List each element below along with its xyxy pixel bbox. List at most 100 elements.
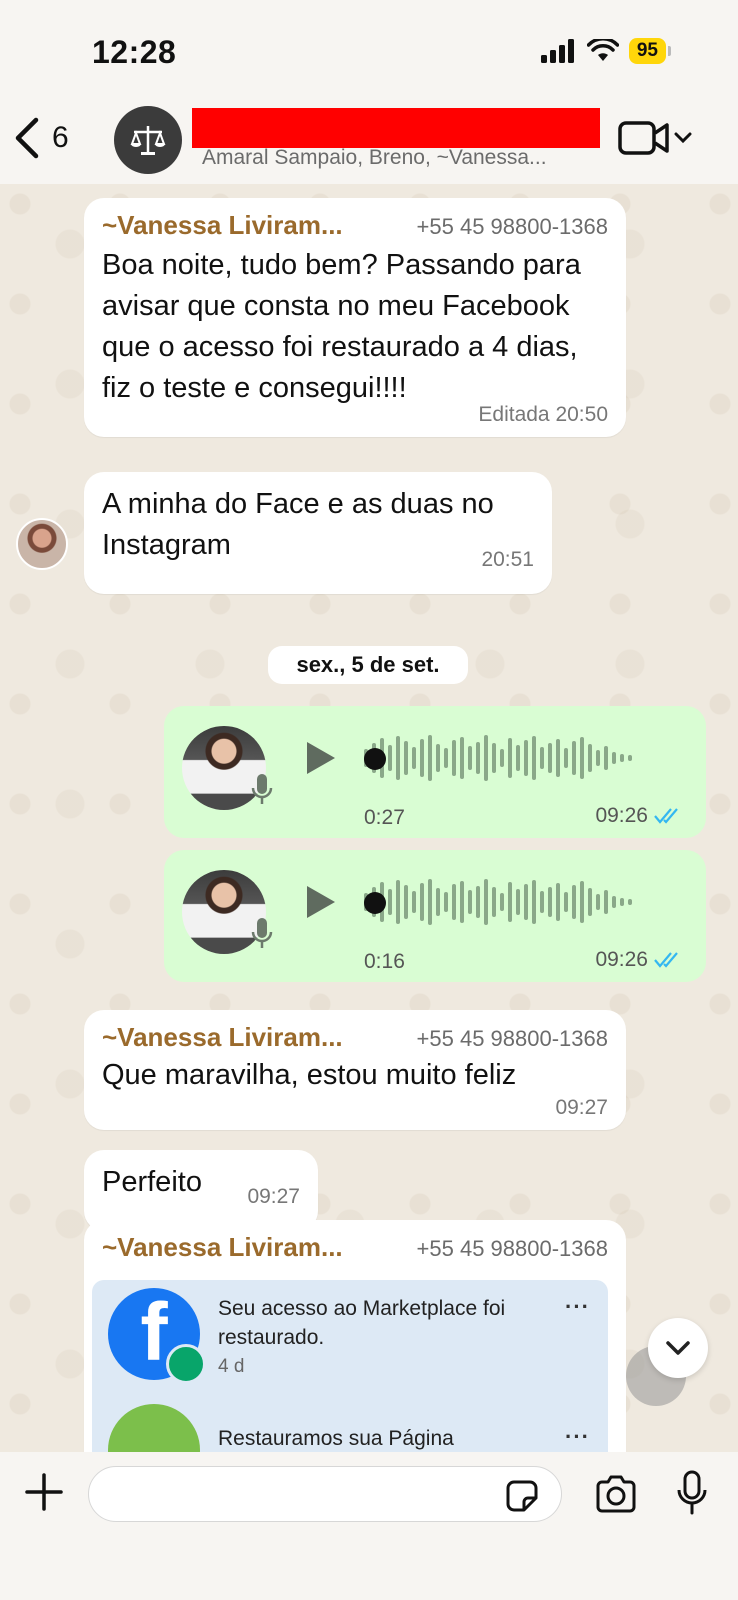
message-body: A minha do Face e as duas no Instagram (102, 488, 494, 561)
waveform-bar (564, 892, 568, 912)
group-avatar[interactable] (114, 106, 182, 174)
waveform-bar (484, 879, 488, 925)
voice-waveform[interactable] (364, 878, 668, 926)
message-text: Boa noite, tudo bem? Passando para avisa… (102, 249, 581, 404)
signal-icon (540, 39, 574, 63)
chevron-down-icon (666, 1341, 690, 1355)
group-members[interactable]: Amaral Sampaio, Breno, ~Vanessa... (202, 146, 592, 170)
voice-message[interactable]: 0:16 09:26 (164, 850, 706, 982)
waveform-bar (444, 892, 448, 912)
sender-row: ~Vanessa Liviram... +55 45 98800-1368 (102, 210, 608, 241)
message-bubble[interactable]: A minha do Face e as duas no Instagram 2… (84, 472, 552, 594)
chat-area[interactable]: ~Vanessa Liviram... +55 45 98800-1368 Bo… (0, 184, 738, 1452)
microphone-icon[interactable] (676, 1470, 708, 1516)
waveform-bar (524, 740, 528, 776)
sender-avatar[interactable] (16, 518, 68, 570)
sender-name[interactable]: ~Vanessa Liviram... (102, 1232, 343, 1263)
scroll-down-button[interactable] (648, 1318, 708, 1378)
waveform-bar (548, 887, 552, 917)
message-bubble[interactable]: ~Vanessa Liviram... +55 45 98800-1368 Bo… (84, 198, 626, 437)
waveform-bar (452, 740, 456, 776)
message-bubble[interactable]: ~Vanessa Liviram... +55 45 98800-1368 Qu… (84, 1010, 626, 1130)
waveform-bar (412, 891, 416, 913)
wifi-icon (586, 39, 619, 61)
waveform-bar (588, 888, 592, 916)
voice-time: 09:26 (595, 804, 684, 828)
waveform-bar (508, 882, 512, 922)
chevron-left-icon (15, 117, 39, 159)
voice-timestamp: 09:26 (595, 804, 648, 827)
notification-title: Seu acesso ao Marketplace foi restaurado… (218, 1297, 506, 1349)
image-attachment[interactable]: f Seu acesso ao Marketplace foi restaura… (92, 1280, 608, 1452)
status-icons: 95 (540, 38, 672, 64)
waveform-bar (588, 744, 592, 772)
status-time: 12:28 (92, 34, 177, 70)
unread-count: 6 (52, 121, 69, 154)
camera-icon[interactable] (594, 1474, 638, 1514)
waveform-bar (428, 879, 432, 925)
waveform-bar (596, 894, 600, 910)
waveform-bar (556, 739, 560, 777)
sender-phone[interactable]: +55 45 98800-1368 (417, 1026, 608, 1052)
voice-timestamp: 09:26 (595, 948, 648, 971)
message-text: Que maravilha, estou muito feliz (102, 1059, 517, 1091)
scales-icon (130, 126, 166, 155)
waveform-bar (516, 745, 520, 771)
message-bubble[interactable]: ~Vanessa Liviram... +55 45 98800-1368 f … (84, 1220, 626, 1452)
message-time: 09:27 (555, 1096, 608, 1119)
read-ticks-icon (654, 952, 678, 968)
waveform-bar (460, 737, 464, 779)
more-options-icon: ··· (565, 1424, 590, 1449)
voice-scrubber[interactable] (364, 748, 386, 770)
waveform-bar (484, 735, 488, 781)
waveform-bar (548, 743, 552, 773)
waveform-bar (516, 889, 520, 915)
play-icon[interactable] (304, 740, 338, 776)
message-text: Perfeito 09:27 (102, 1162, 300, 1208)
composer-bar (0, 1452, 738, 1600)
notification-title: Restauramos sua Página (218, 1427, 454, 1450)
waveform-bar (604, 746, 608, 770)
waveform-bar (436, 888, 440, 916)
waveform-bar (580, 881, 584, 923)
plus-icon[interactable] (24, 1472, 64, 1512)
message-time: 09:27 (247, 1185, 300, 1208)
waveform-bar (500, 749, 504, 767)
sticker-icon[interactable] (504, 1478, 540, 1514)
video-camera-icon (618, 121, 669, 155)
waveform-bar (412, 747, 416, 769)
waveform-bar (532, 880, 536, 924)
voice-duration: 0:27 (364, 806, 405, 829)
chevron-down-icon (674, 132, 692, 144)
voice-scrubber[interactable] (364, 892, 386, 914)
video-call-button[interactable] (618, 120, 692, 156)
waveform-bar (540, 891, 544, 913)
notification-time: 4 d (218, 1356, 245, 1377)
voice-message[interactable]: 0:27 09:26 (164, 706, 706, 838)
back-button[interactable]: 6 (12, 116, 69, 160)
sender-name[interactable]: ~Vanessa Liviram... (102, 1022, 343, 1053)
sender-phone[interactable]: +55 45 98800-1368 (417, 1236, 608, 1262)
play-icon[interactable] (304, 884, 338, 920)
waveform-bar (436, 744, 440, 772)
message-text: A minha do Face e as duas no Instagram 2… (102, 484, 534, 571)
waveform-bar (420, 883, 424, 921)
battery-indicator: 95 (628, 38, 672, 64)
message-bubble[interactable]: Perfeito 09:27 (84, 1150, 318, 1231)
redacted-group-name[interactable] (192, 108, 600, 148)
waveform-bar (620, 754, 624, 762)
waveform-bar (540, 747, 544, 769)
status-bar: 12:28 95 (0, 0, 738, 100)
waveform-bar (604, 890, 608, 914)
waveform-bar (612, 896, 616, 908)
message-input[interactable] (88, 1466, 562, 1522)
sender-phone[interactable]: +55 45 98800-1368 (417, 214, 608, 240)
more-options-icon: ··· (565, 1294, 590, 1319)
waveform-bar (492, 743, 496, 773)
waveform-bar (564, 748, 568, 768)
sender-name[interactable]: ~Vanessa Liviram... (102, 210, 343, 241)
chat-header: 6 Amaral Sampaio, Breno, ~Vanessa... (0, 100, 738, 184)
sender-row: ~Vanessa Liviram... +55 45 98800-1368 (102, 1022, 608, 1053)
waveform-bar (620, 898, 624, 906)
voice-waveform[interactable] (364, 734, 668, 782)
